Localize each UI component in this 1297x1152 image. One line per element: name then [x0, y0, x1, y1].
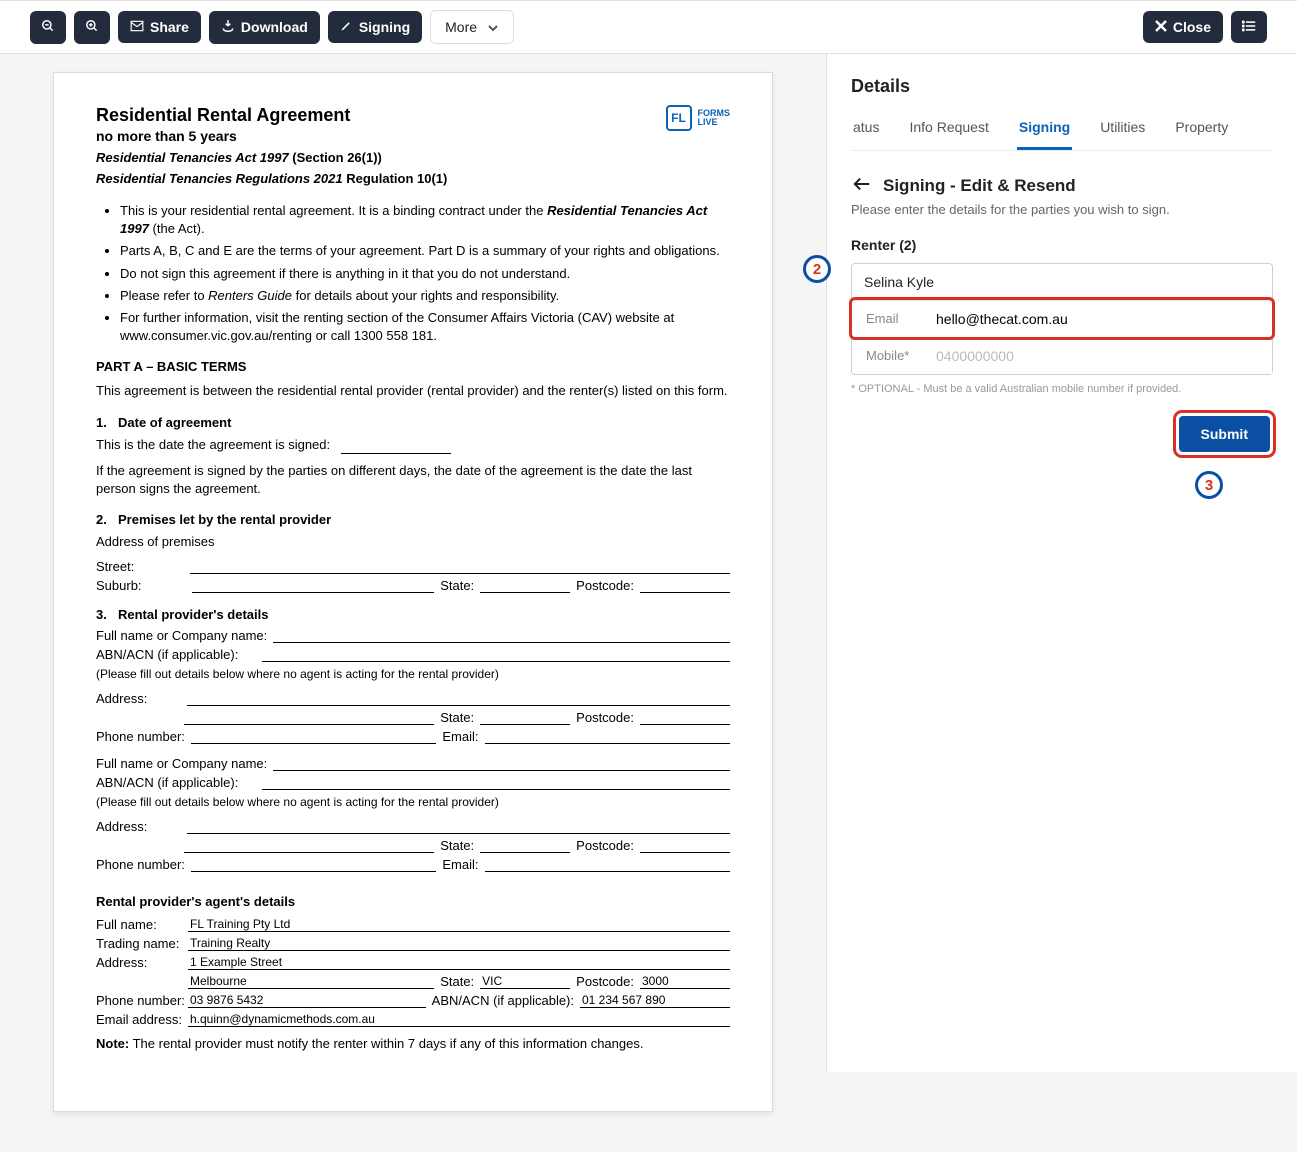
sidebar-tabs: atus Info Request Signing Utilities Prop…	[851, 111, 1273, 151]
logo-text-bottom: LIVE	[698, 118, 731, 127]
s2-street-row: Street:	[96, 559, 730, 574]
list-icon	[1242, 19, 1256, 35]
zoom-in-button[interactable]	[74, 11, 110, 44]
intro-bullets: This is your residential rental agreemen…	[120, 202, 730, 345]
chevron-down-icon	[487, 19, 499, 35]
document-page: FL FORMS LIVE Residential Rental Agreeme…	[53, 72, 773, 1112]
download-label: Download	[241, 19, 308, 35]
forms-live-logo: FL FORMS LIVE	[666, 105, 731, 131]
download-button[interactable]: Download	[209, 11, 320, 44]
bullet-5: For further information, visit the renti…	[120, 309, 730, 345]
section-2-head: 2.Premises let by the rental provider	[96, 512, 730, 527]
email-field-row: Email	[852, 300, 1272, 337]
s1-line1: This is the date the agreement is signed…	[96, 436, 730, 454]
email-label: Email	[852, 301, 924, 337]
close-icon	[1155, 19, 1167, 35]
details-sidebar: Details atus Info Request Signing Utilit…	[826, 54, 1297, 1072]
download-icon	[221, 19, 235, 36]
tab-utilities[interactable]: Utilities	[1098, 111, 1147, 150]
mobile-label: Mobile*	[852, 338, 924, 374]
party-label: Renter (2)	[851, 237, 1273, 253]
arrow-left-icon	[853, 177, 871, 191]
section-1-head: 1.Date of agreement	[96, 415, 730, 430]
mobile-field-row: Mobile*	[852, 337, 1272, 374]
zoom-out-button[interactable]	[30, 11, 66, 44]
mobile-input[interactable]	[924, 338, 1272, 374]
optional-note: * OPTIONAL - Must be a valid Australian …	[851, 383, 1273, 395]
signing-section-title: Signing - Edit & Resend	[883, 176, 1076, 196]
submit-button[interactable]: Submit	[1179, 416, 1270, 452]
logo-mark-icon: FL	[666, 105, 692, 131]
sidebar-title: Details	[851, 76, 1273, 97]
tab-signing[interactable]: Signing	[1017, 111, 1072, 150]
agent-note: Note: The rental provider must notify th…	[96, 1035, 730, 1053]
agent-heading: Rental provider's agent's details	[96, 894, 730, 909]
tab-property[interactable]: Property	[1173, 111, 1230, 150]
envelope-icon	[130, 19, 144, 35]
party-card: Selina Kyle Email Mobile*	[851, 263, 1273, 375]
zoom-in-icon	[85, 19, 99, 36]
share-label: Share	[150, 19, 189, 35]
signing-button[interactable]: Signing	[328, 11, 422, 43]
pen-icon	[340, 19, 353, 35]
party-name: Selina Kyle	[852, 264, 1272, 300]
signing-label: Signing	[359, 19, 410, 35]
bullet-3: Do not sign this agreement if there is a…	[120, 265, 730, 283]
doc-subtitle: no more than 5 years	[96, 128, 730, 144]
email-input[interactable]	[924, 301, 1272, 337]
bullet-2: Parts A, B, C and E are the terms of you…	[120, 242, 730, 260]
bullet-1: This is your residential rental agreemen…	[120, 202, 730, 238]
document-viewport[interactable]: FL FORMS LIVE Residential Rental Agreeme…	[0, 54, 826, 1152]
callout-badge-2: 2	[803, 255, 831, 283]
top-toolbar: Share Download Signing More Close	[0, 0, 1297, 54]
s2-suburb-row: Suburb: State: Postcode:	[96, 578, 730, 593]
tab-status[interactable]: atus	[851, 111, 881, 150]
s1-line2: If the agreement is signed by the partie…	[96, 462, 730, 498]
between-text: This agreement is between the residentia…	[96, 382, 730, 400]
zoom-out-icon	[41, 19, 55, 36]
close-label: Close	[1173, 19, 1211, 35]
list-panel-button[interactable]	[1231, 11, 1267, 43]
more-button[interactable]: More	[430, 10, 514, 44]
section-3-head: 3.Rental provider's details	[96, 607, 730, 622]
back-button[interactable]	[851, 175, 873, 196]
signing-section-desc: Please enter the details for the parties…	[851, 202, 1273, 217]
doc-title: Residential Rental Agreement	[96, 105, 730, 126]
doc-reg-line: Residential Tenancies Regulations 2021 R…	[96, 171, 730, 186]
callout-badge-3: 3	[1195, 471, 1223, 499]
share-button[interactable]: Share	[118, 11, 201, 43]
tab-info-request[interactable]: Info Request	[907, 111, 990, 150]
doc-act-line: Residential Tenancies Act 1997 (Section …	[96, 150, 730, 165]
part-a-heading: PART A – BASIC TERMS	[96, 359, 730, 374]
close-button[interactable]: Close	[1143, 11, 1223, 43]
more-label: More	[445, 19, 477, 35]
bullet-4: Please refer to Renters Guide for detail…	[120, 287, 730, 305]
s2-addr: Address of premises	[96, 533, 730, 551]
